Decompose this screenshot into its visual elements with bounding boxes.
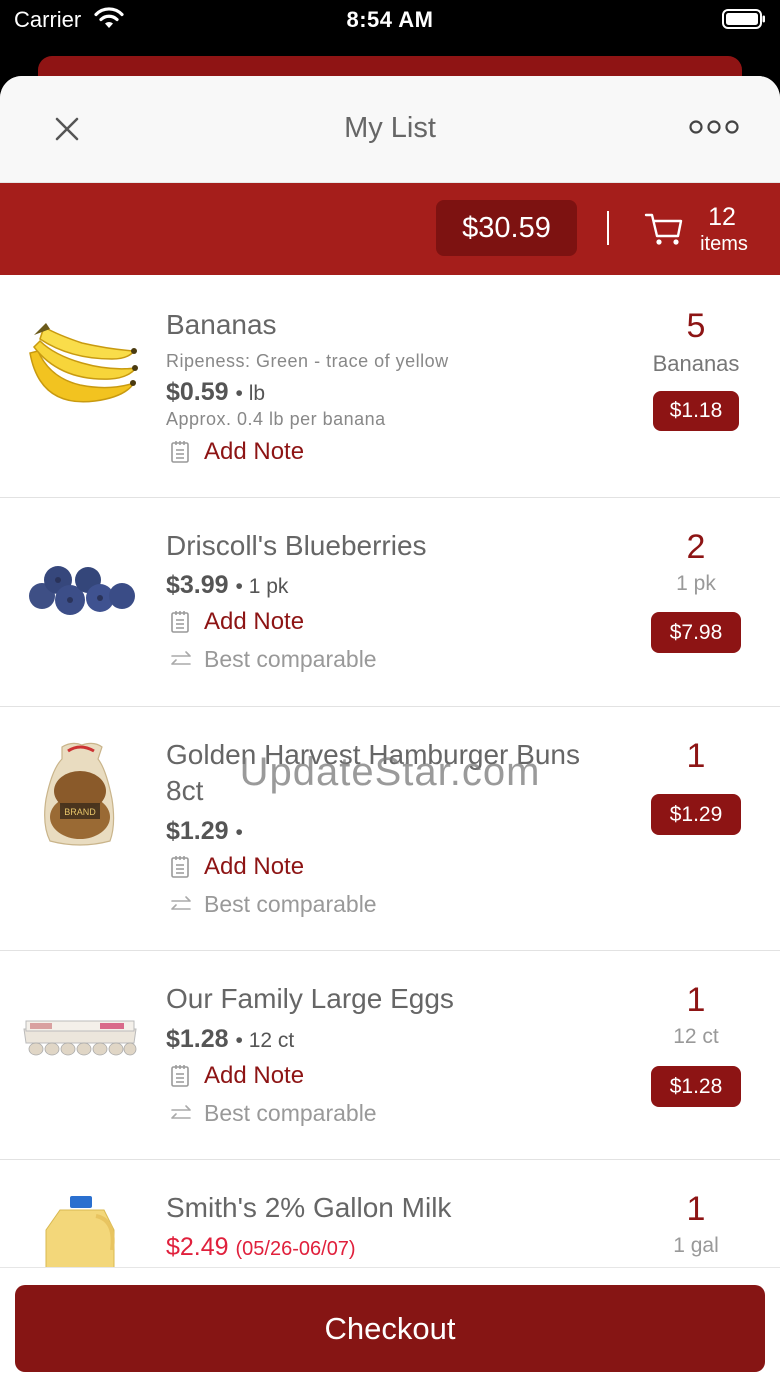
item-approx: Approx. 0.4 lb per banana	[166, 409, 386, 429]
page-title: My List	[344, 112, 436, 144]
product-image-milk	[45, 1196, 115, 1267]
item-quantity-unit: Bananas	[652, 351, 740, 376]
item-quantity[interactable]: 1	[640, 1190, 752, 1229]
best-comparable-link[interactable]: Best comparable	[170, 646, 410, 674]
item-count: 12	[708, 203, 736, 231]
product-image-eggs	[23, 1020, 137, 1056]
swap-icon	[171, 651, 191, 665]
best-comparable-link[interactable]: Best comparable	[170, 891, 410, 919]
item-line-total: $1.18	[653, 391, 739, 431]
clock: 8:54 AM	[346, 7, 434, 32]
best-comparable-label: Best comparable	[204, 646, 377, 672]
item-price: $1.28	[166, 1025, 229, 1053]
watermark-text: UpdateStar.com	[239, 750, 541, 794]
item-price: $1.29	[166, 817, 229, 845]
item-name[interactable]: Bananas	[166, 307, 586, 343]
product-image-blueberries	[29, 566, 135, 615]
item-quantity[interactable]: 2	[640, 528, 752, 567]
add-note-button[interactable]: Add Note	[170, 853, 330, 881]
list-total: $30.59	[436, 200, 577, 256]
item-quantity-unit: 12 ct	[673, 1025, 719, 1048]
item-unit: lb	[248, 382, 266, 405]
add-note-label: Add Note	[204, 1062, 305, 1089]
add-note-button[interactable]: Add Note	[170, 438, 330, 466]
status-bar: Carrier 8:54 AM	[0, 0, 780, 44]
my-list-sheet: My List $30.59 12 items Bananas Ripeness…	[0, 76, 780, 1387]
item-line-total: $1.29	[651, 794, 741, 835]
svg-text:BRAND: BRAND	[64, 807, 96, 817]
divider	[607, 211, 609, 245]
list-item[interactable]: Bananas Ripeness: Green - trace of yello…	[0, 275, 780, 498]
add-note-label: Add Note	[204, 853, 305, 880]
sheet-header: My List	[0, 76, 780, 183]
item-price-line: $0.59 • lb	[166, 378, 266, 406]
item-quantity[interactable]: 5	[640, 307, 752, 346]
best-comparable-label: Best comparable	[204, 891, 377, 917]
item-sale-line: $2.49 (05/26-06/07)	[166, 1233, 356, 1262]
item-sale-dates: (05/26-06/07)	[235, 1238, 356, 1260]
item-line-total: $1.28	[651, 1066, 741, 1107]
note-icon	[171, 856, 189, 878]
item-line-total: $7.98	[651, 612, 741, 653]
add-note-label: Add Note	[204, 438, 305, 465]
add-note-button[interactable]: Add Note	[170, 1062, 330, 1090]
item-quantity[interactable]: 1	[640, 981, 752, 1020]
battery-icon	[722, 9, 765, 29]
swap-icon	[171, 1105, 191, 1119]
item-quantity-unit: 1 gal	[673, 1234, 719, 1257]
more-options-icon[interactable]	[688, 116, 740, 138]
item-price: $0.59	[166, 378, 229, 406]
add-note-button[interactable]: Add Note	[170, 608, 330, 636]
item-name[interactable]: Our Family Large Eggs	[166, 981, 586, 1017]
note-icon	[171, 441, 189, 463]
note-icon	[171, 1065, 189, 1087]
item-name[interactable]: Smith's 2% Gallon Milk	[166, 1190, 586, 1226]
add-note-label: Add Note	[204, 608, 305, 635]
cart-icon[interactable]	[644, 209, 684, 249]
checkout-footer: Checkout	[0, 1267, 780, 1387]
item-quantity-unit: 1 pk	[676, 572, 716, 595]
best-comparable-link[interactable]: Best comparable	[170, 1100, 410, 1128]
list-item[interactable]: Our Family Large Eggs $1.28 • 12 ct Add …	[0, 951, 780, 1160]
list-summary-bar: $30.59 12 items	[0, 183, 780, 275]
best-comparable-label: Best comparable	[204, 1100, 377, 1126]
item-price-line: $1.28 • 12 ct	[166, 1025, 295, 1053]
items-label: items	[700, 233, 748, 255]
item-unit: 12 ct	[248, 1029, 295, 1052]
note-icon	[171, 611, 189, 633]
item-unit: 1 pk	[248, 575, 289, 598]
item-name[interactable]: Driscoll's Blueberries	[166, 528, 586, 564]
product-image-bananas	[29, 323, 138, 403]
item-price-line: $1.29 •	[166, 817, 243, 845]
item-detail: Ripeness: Green - trace of yellow	[166, 351, 449, 371]
item-sale-price: $2.49	[166, 1233, 229, 1261]
list-item[interactable]: Driscoll's Blueberries $3.99 • 1 pk Add …	[0, 498, 780, 707]
item-price-line: $3.99 • 1 pk	[166, 571, 289, 599]
checkout-button[interactable]: Checkout	[15, 1285, 765, 1372]
list-item[interactable]: Smith's 2% Gallon Milk $2.49 (05/26-06/0…	[0, 1160, 780, 1267]
list-item[interactable]: BRAND Golden Harvest Hamburger Buns 8ct …	[0, 707, 780, 951]
swap-icon	[171, 896, 191, 910]
item-price: $3.99	[166, 571, 229, 599]
